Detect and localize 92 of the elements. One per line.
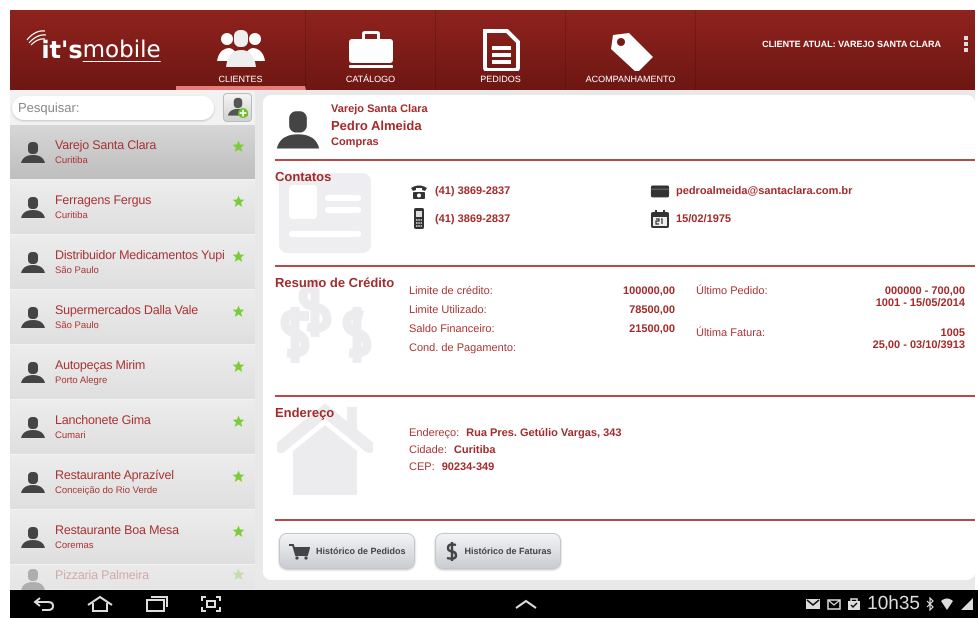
- client-name: Pizzaria Palmeira: [55, 568, 150, 582]
- person-icon: [20, 196, 46, 218]
- telephone-icon: [410, 183, 428, 199]
- client-city: Conceição do Rio Verde: [55, 485, 158, 496]
- field-value: 100000,00: [623, 285, 675, 299]
- history-button[interactable]: Histórico de Pedidos: [279, 533, 415, 569]
- person-icon: [20, 416, 46, 438]
- screenshot-icon[interactable]: [200, 595, 222, 613]
- section-title: Endereço: [275, 405, 336, 420]
- field-value: Curitiba: [454, 444, 496, 456]
- person-icon: [20, 306, 46, 328]
- field-value: 78500,00: [629, 304, 675, 318]
- person-icon: [20, 251, 46, 273]
- client-name: Varejo Santa Clara: [55, 138, 158, 152]
- client-list-item[interactable]: Varejo Santa Clara Curitiba: [10, 125, 255, 180]
- gmail-icon: [805, 598, 822, 610]
- overflow-menu-icon[interactable]: [963, 34, 969, 54]
- field-label: Cidade:: [409, 444, 447, 456]
- star-icon[interactable]: [232, 470, 245, 482]
- star-icon[interactable]: [232, 524, 245, 538]
- client-name: Ferragens Fergus: [55, 193, 152, 207]
- field-label: Limite de crédito:: [409, 285, 493, 299]
- client-name: Restaurante Aprazível: [55, 468, 175, 482]
- client-name: Restaurante Boa Mesa: [55, 523, 180, 537]
- contact-role: Compras: [331, 136, 380, 148]
- field-label: Última Fatura:: [696, 327, 766, 341]
- field-label: CEP:: [409, 461, 435, 473]
- client-city: São Paulo: [55, 265, 100, 276]
- cart-icon: [288, 542, 310, 560]
- calendar-icon: [650, 208, 670, 228]
- envelope-icon: [650, 183, 670, 199]
- client-name: Lanchonete Gima: [55, 413, 152, 427]
- star-icon[interactable]: [232, 194, 245, 208]
- star-icon[interactable]: [232, 360, 245, 372]
- client-name: Supermercados Dalla Vale: [55, 303, 199, 317]
- recent-apps-icon[interactable]: [144, 595, 170, 613]
- person-icon: [20, 141, 46, 163]
- contact-name: Pedro Almeida: [331, 118, 423, 133]
- history-button[interactable]: Histórico de Faturas: [434, 533, 561, 569]
- person-icon: [20, 526, 46, 548]
- field-label: Último Pedido:: [696, 285, 768, 299]
- field-value: 1005: [940, 327, 965, 339]
- field-value: 90234-349: [442, 461, 494, 473]
- person-icon: [20, 568, 46, 590]
- wifi-icon: [940, 597, 954, 611]
- email-link[interactable]: pedroalmeida@santaclara.com.br: [676, 185, 852, 197]
- field-value: Rua Pres. Getúlio Vargas, 343: [466, 427, 622, 439]
- client-city: Coremas: [55, 540, 95, 551]
- field-value: 000000 - 700,00: [884, 285, 965, 297]
- field-label: Cond. de Pagamento:: [409, 342, 516, 356]
- search-field[interactable]: Pesquisar:: [12, 96, 214, 120]
- star-icon[interactable]: [232, 568, 245, 581]
- client-city: Curitiba: [55, 155, 89, 166]
- star-icon[interactable]: [232, 140, 245, 152]
- signal-icon: [960, 597, 974, 611]
- client-city: Curitiba: [55, 210, 89, 221]
- nav-tab[interactable]: CATÁLOGO: [306, 10, 436, 90]
- star-icon[interactable]: [232, 414, 245, 428]
- star-icon[interactable]: [232, 250, 245, 262]
- clock-time: 10h35: [867, 593, 920, 615]
- contact-value: 15/02/1975: [676, 212, 732, 224]
- home-icon[interactable]: [86, 595, 114, 613]
- caret-up-icon[interactable]: [514, 598, 538, 610]
- back-icon[interactable]: [32, 596, 56, 612]
- person-add-icon: [226, 96, 248, 118]
- client-city: Cumari: [55, 430, 87, 441]
- section-title: Contatos: [275, 169, 332, 184]
- logo: it'smobile: [10, 10, 176, 90]
- contact-value: (41) 3869-2837: [435, 185, 510, 197]
- person-icon: [20, 471, 46, 493]
- field-value: 1001 - 15/05/2014: [876, 297, 965, 309]
- client-city: São Paulo: [55, 320, 100, 331]
- field-label: Endereço:: [409, 427, 460, 439]
- person-icon: [275, 109, 321, 149]
- field-label: Saldo Financeiro:: [409, 323, 495, 337]
- current-client-label: CLIENTE ATUAL: VAREJO SANTA CLARA: [762, 39, 941, 49]
- client-city: Porto Alegre: [55, 375, 108, 386]
- shopping-bag-icon: [847, 597, 862, 611]
- field-value: 21500,00: [629, 323, 675, 337]
- field-value: 25,00 - 03/10/3913: [872, 339, 965, 351]
- client-name: Distribuidor Medicamentos Yupi: [55, 248, 226, 262]
- section-title: Resumo de Crédito: [275, 275, 396, 290]
- company-name: Varejo Santa Clara: [331, 103, 428, 115]
- person-icon: [20, 361, 46, 383]
- bluetooth-icon: [926, 597, 934, 611]
- field-label: Limite Utilizado:: [409, 304, 487, 318]
- client-name: Autopeças Mirim: [55, 358, 146, 372]
- add-client-button[interactable]: [223, 93, 252, 122]
- contact-value: (41) 3869-2837: [435, 212, 510, 224]
- mobile-phone-icon: [412, 207, 426, 230]
- mail-icon: [827, 598, 842, 610]
- star-icon[interactable]: [232, 304, 245, 318]
